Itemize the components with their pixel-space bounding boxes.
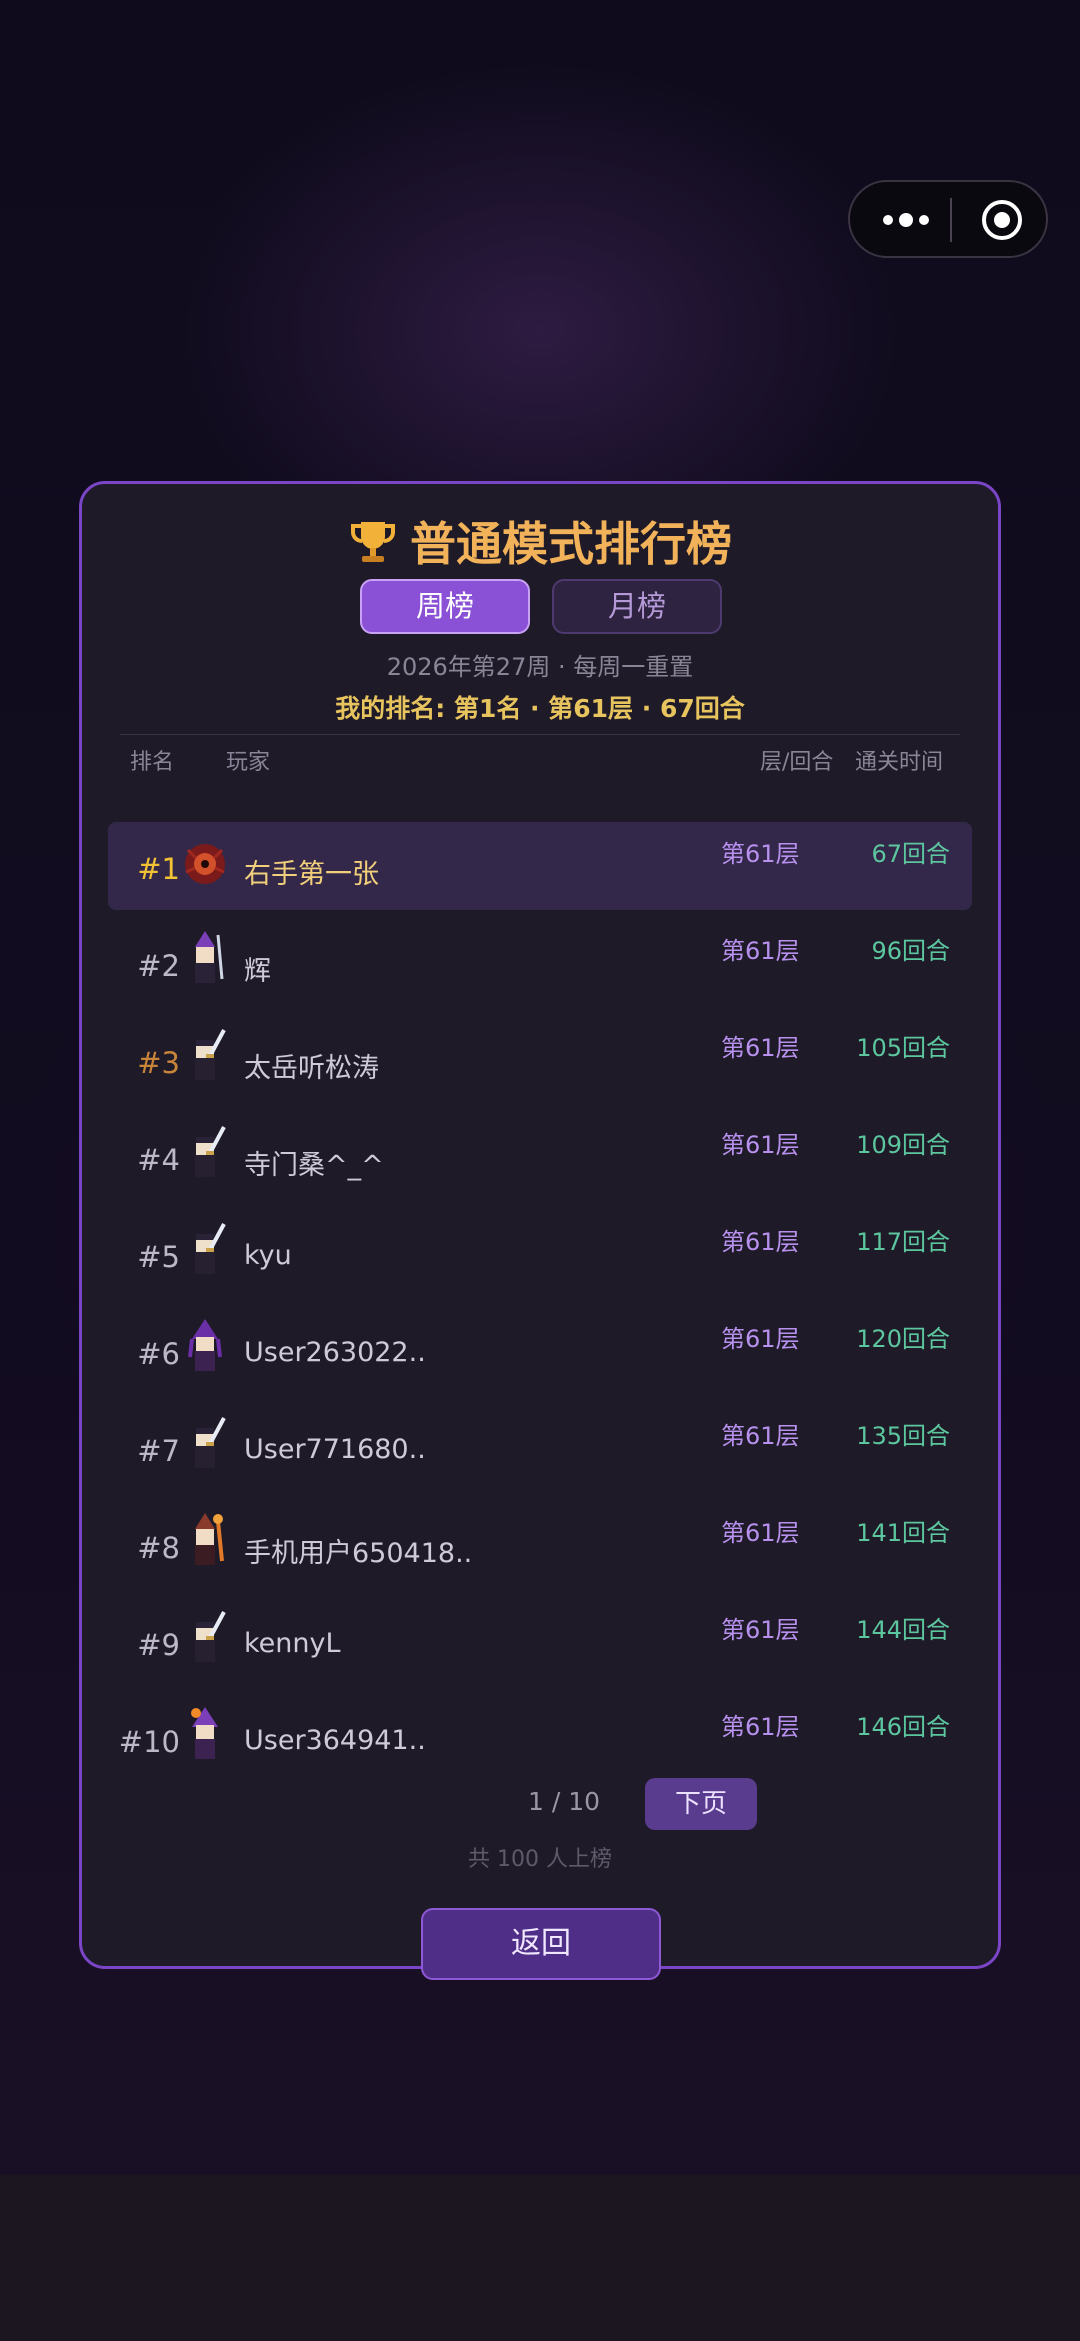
tab-weekly[interactable]: 周榜	[360, 579, 530, 634]
swordsman-avatar-icon	[195, 1417, 226, 1468]
row-turns: 120回合	[856, 1325, 950, 1353]
fire-mage-avatar-icon	[195, 1513, 224, 1565]
swordsman-avatar-icon	[195, 1126, 226, 1177]
demon-avatar-icon	[185, 844, 225, 884]
row-player-name: kennyL	[244, 1628, 341, 1659]
bottom-safe-area	[0, 2175, 1080, 2341]
back-button[interactable]: 返回	[421, 1908, 661, 1980]
leaderboard-row[interactable]: #9 kennyL 第61层 144回合	[108, 1598, 972, 1686]
leaderboard-panel: 普通模式排行榜 周榜 月榜 2026年第27周 · 每周一重置 我的排名: 第1…	[79, 481, 1001, 1980]
row-rank: #7	[137, 1434, 180, 1468]
header-divider	[120, 734, 960, 735]
leaderboard-row[interactable]: #2 辉 第61层 96回合	[108, 919, 972, 1007]
next-page-button[interactable]: 下页	[645, 1778, 757, 1830]
row-player-name: 寺门桑^_^	[244, 1150, 384, 1181]
column-layer-turn: 层/回合	[760, 750, 834, 775]
leaderboard-row[interactable]: #1 右手第一张 第61层 67回合	[108, 822, 972, 910]
row-rank: #6	[137, 1337, 180, 1371]
row-player-name: User364941..	[244, 1725, 426, 1756]
fire-witch-avatar-icon	[191, 1707, 218, 1759]
row-player-name: kyu	[244, 1240, 292, 1271]
row-layer: 第61层	[721, 1519, 800, 1547]
row-player-name: 太岳听松涛	[244, 1053, 379, 1084]
row-turns: 67回合	[871, 840, 950, 868]
leaderboard-row[interactable]: #6 User263022.. 第61层 120回合	[108, 1307, 972, 1395]
page-indicator: 1 / 10	[527, 1787, 601, 1816]
row-rank: #8	[137, 1531, 180, 1565]
row-layer: 第61层	[721, 1131, 800, 1159]
tab-monthly[interactable]: 月榜	[552, 579, 722, 634]
row-turns: 135回合	[856, 1422, 950, 1450]
row-turns: 109回合	[856, 1131, 950, 1159]
swordsman-avatar-icon	[195, 1223, 226, 1274]
leaderboard-row[interactable]: #3 太岳听松涛 第61层 105回合	[108, 1016, 972, 1104]
total-count: 共 100 人上榜	[468, 1847, 612, 1872]
row-layer: 第61层	[721, 1034, 800, 1062]
row-turns: 117回合	[856, 1228, 950, 1256]
row-turns: 144回合	[856, 1616, 950, 1644]
row-turns: 146回合	[856, 1713, 950, 1741]
row-player-name: User771680..	[244, 1434, 426, 1465]
row-turns: 141回合	[856, 1519, 950, 1547]
row-rank: #2	[137, 949, 180, 983]
swordsman-avatar-icon	[195, 1611, 226, 1662]
row-turns: 105回合	[856, 1034, 950, 1062]
row-player-name: 右手第一张	[244, 859, 379, 890]
target-icon[interactable]	[978, 198, 1026, 242]
my-rank: 我的排名: 第1名 · 第61层 · 67回合	[335, 694, 745, 723]
row-rank: #10	[118, 1725, 180, 1759]
row-rank: #1	[137, 852, 180, 886]
row-layer: 第61层	[721, 937, 800, 965]
row-player-name: User263022..	[244, 1337, 426, 1368]
row-rank: #3	[137, 1046, 180, 1080]
witch-avatar-icon	[188, 1319, 222, 1371]
row-layer: 第61层	[721, 1422, 800, 1450]
row-layer: 第61层	[721, 1616, 800, 1644]
leaderboard-row[interactable]: #10 User364941.. 第61层 146回合	[108, 1695, 972, 1783]
row-layer: 第61层	[721, 1713, 800, 1741]
row-rank: #4	[137, 1143, 180, 1177]
swordsman-avatar-icon	[195, 1029, 226, 1080]
mage-avatar-icon	[195, 931, 224, 983]
column-player: 玩家	[226, 750, 271, 775]
row-player-name: 手机用户650418..	[244, 1538, 473, 1569]
leaderboard-row[interactable]: #5 kyu 第61层 117回合	[108, 1210, 972, 1298]
leaderboard-row[interactable]: #8 手机用户650418.. 第61层 141回合	[108, 1501, 972, 1589]
row-rank: #9	[137, 1628, 180, 1662]
leaderboard-title: 普通模式排行榜	[82, 514, 998, 574]
more-dots-icon[interactable]	[874, 200, 938, 240]
column-clear-time: 通关时间	[855, 750, 944, 775]
column-rank: 排名	[130, 750, 175, 775]
title-text: 普通模式排行榜	[410, 517, 732, 571]
trophy-icon	[351, 522, 395, 562]
leaderboard-row[interactable]: #7 User771680.. 第61层 135回合	[108, 1404, 972, 1492]
capsule-divider	[950, 198, 952, 242]
leaderboard-row[interactable]: #4 寺门桑^_^ 第61层 109回合	[108, 1113, 972, 1201]
row-rank: #5	[137, 1240, 180, 1274]
row-turns: 96回合	[871, 937, 950, 965]
row-layer: 第61层	[721, 1228, 800, 1256]
row-player-name: 辉	[244, 956, 271, 987]
row-layer: 第61层	[721, 1325, 800, 1353]
week-info: 2026年第27周 · 每周一重置	[386, 653, 694, 681]
row-layer: 第61层	[721, 840, 800, 868]
mini-program-capsule	[848, 180, 1048, 258]
